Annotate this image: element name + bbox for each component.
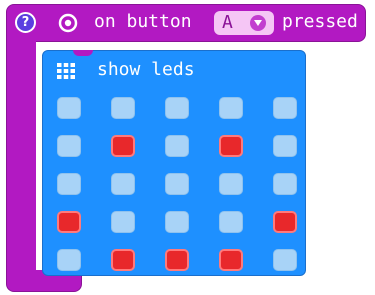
led-cell-r2-c0[interactable] (57, 173, 81, 195)
led-cell-r1-c4[interactable] (273, 135, 297, 157)
chevron-down-icon[interactable] (250, 15, 266, 31)
workspace: ? on button A pressed show leds (0, 0, 375, 295)
show-leds-label: show leds (97, 59, 195, 80)
event-block-arm (6, 34, 36, 284)
led-matrix (49, 93, 299, 271)
led-cell-r2-c3[interactable] (219, 173, 243, 195)
led-cell-r2-c4[interactable] (273, 173, 297, 195)
on-button-pressed-block[interactable]: ? on button A pressed show leds (6, 4, 366, 292)
led-cell-r2-c2[interactable] (165, 173, 189, 195)
led-cell-r0-c4[interactable] (273, 97, 297, 119)
led-cell-r0-c0[interactable] (57, 97, 81, 119)
led-cell-r4-c3[interactable] (219, 249, 243, 271)
led-cell-r4-c1[interactable] (111, 249, 135, 271)
led-cell-r4-c4[interactable] (273, 249, 297, 271)
led-cell-r1-c3[interactable] (219, 135, 243, 157)
led-cell-r3-c3[interactable] (219, 211, 243, 233)
led-cell-r3-c1[interactable] (111, 211, 135, 233)
led-cell-r2-c1[interactable] (111, 173, 135, 195)
led-cell-r1-c0[interactable] (57, 135, 81, 157)
led-cell-r0-c2[interactable] (165, 97, 189, 119)
led-cell-r3-c4[interactable] (273, 211, 297, 233)
event-prefix-label: on button (94, 11, 192, 32)
led-cell-r3-c0[interactable] (57, 211, 81, 233)
led-cell-r3-c2[interactable] (165, 211, 189, 233)
led-cell-r4-c2[interactable] (165, 249, 189, 271)
led-cell-r0-c3[interactable] (219, 97, 243, 119)
button-select-value: A (222, 12, 233, 33)
event-suffix-label: pressed (282, 11, 358, 32)
button-select-dropdown[interactable]: A (214, 11, 274, 35)
led-cell-r1-c2[interactable] (165, 135, 189, 157)
show-leds-block[interactable]: show leds (42, 50, 306, 276)
led-cell-r4-c0[interactable] (57, 249, 81, 271)
target-icon (58, 13, 78, 33)
led-cell-r0-c1[interactable] (111, 97, 135, 119)
grid-icon (57, 63, 75, 79)
help-icon[interactable]: ? (15, 12, 36, 33)
led-cell-r1-c1[interactable] (111, 135, 135, 157)
block-connector-notch (73, 50, 93, 56)
